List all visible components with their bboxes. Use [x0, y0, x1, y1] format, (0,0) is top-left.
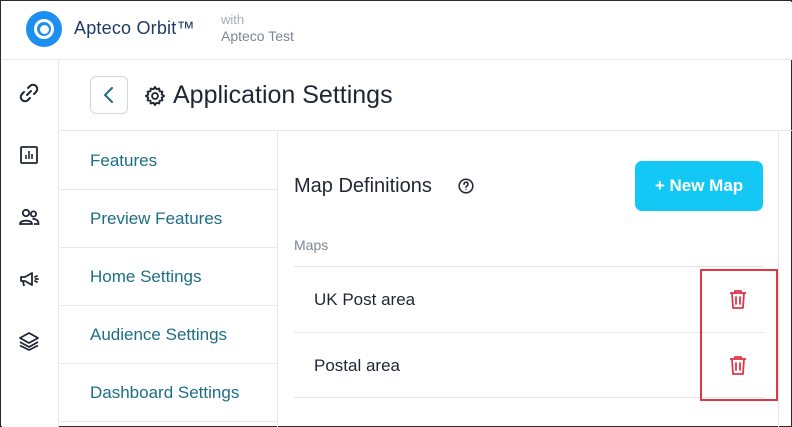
logo-dot — [39, 24, 49, 34]
chart-icon[interactable] — [17, 143, 41, 167]
brand-name[interactable]: Apteco Orbit™ — [74, 18, 195, 39]
icon-rail — [2, 61, 59, 427]
back-button[interactable] — [90, 76, 128, 114]
nav-item-label: Preview Features — [90, 209, 223, 228]
annotation-highlight-box — [700, 269, 778, 401]
maps-list-label: Maps — [294, 237, 329, 253]
content-divider — [778, 132, 779, 427]
nav-item-label: Audience Settings — [90, 325, 228, 344]
nav-item-audience-settings[interactable]: Audience Settings — [60, 306, 278, 364]
nav-item-features[interactable]: Features — [60, 132, 278, 190]
nav-item-home-settings[interactable]: Home Settings — [60, 248, 278, 306]
tenant-name: Apteco Test — [221, 28, 294, 44]
link-icon[interactable] — [17, 81, 41, 105]
gear-icon — [144, 85, 166, 107]
settings-nav: Features Preview Features Home Settings … — [60, 132, 278, 427]
list-item[interactable]: Postal area — [294, 332, 764, 398]
nav-item-preview-features[interactable]: Preview Features — [60, 190, 278, 248]
orbit-logo-icon[interactable] — [26, 11, 62, 47]
page-title: Application Settings — [173, 81, 393, 109]
map-name: UK Post area — [314, 290, 416, 309]
list-item[interactable]: UK Post area — [294, 266, 764, 332]
app-window: Apteco Orbit™ with Apteco Test Applicati… — [0, 0, 792, 427]
page-title-bar: Application Settings — [60, 61, 792, 131]
megaphone-icon[interactable] — [17, 267, 41, 291]
map-name: Postal area — [314, 356, 400, 375]
nav-item-dashboard-settings[interactable]: Dashboard Settings — [60, 364, 278, 422]
help-icon[interactable] — [458, 178, 474, 194]
nav-item-label: Home Settings — [90, 267, 202, 286]
nav-item-label: Features — [90, 151, 158, 170]
chevron-left-icon — [103, 87, 113, 103]
top-header: Apteco Orbit™ with Apteco Test — [2, 2, 792, 60]
section-title: Map Definitions — [294, 175, 432, 197]
new-map-button[interactable]: + New Map — [635, 161, 763, 211]
layers-icon[interactable] — [17, 329, 41, 353]
people-icon[interactable] — [17, 205, 41, 229]
nav-item-label: Dashboard Settings — [90, 383, 240, 402]
with-label: with — [221, 12, 245, 27]
